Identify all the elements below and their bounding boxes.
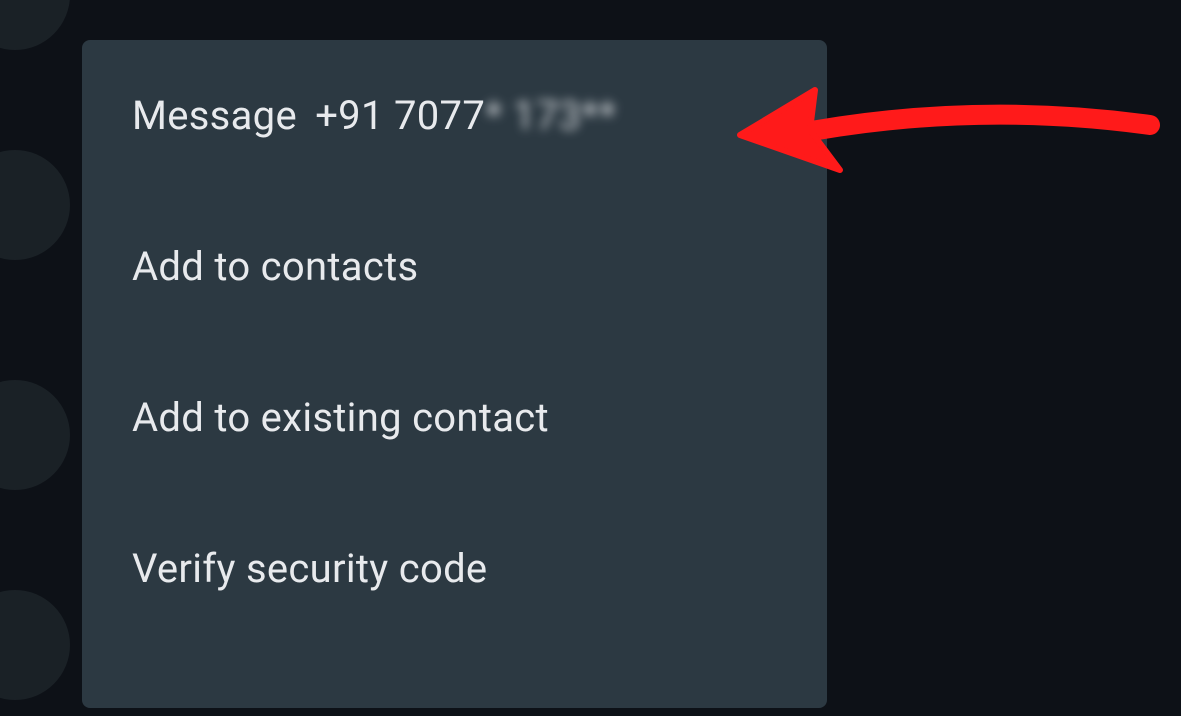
menu-item-message-number[interactable]: Message +91 7077* 173** (82, 40, 827, 191)
context-menu-panel: Message +91 7077* 173** Add to contacts … (82, 40, 827, 708)
menu-item-label: Message +91 7077* 173** (132, 92, 616, 139)
menu-item-verify-security-code[interactable]: Verify security code (82, 493, 827, 644)
avatar-circle (0, 150, 70, 260)
menu-item-label: Verify security code (132, 545, 487, 592)
menu-item-label: Add to contacts (132, 243, 418, 290)
avatar-circle (0, 590, 70, 700)
menu-item-label: Add to existing contact (132, 394, 549, 441)
avatar-circle (0, 380, 70, 490)
menu-item-add-to-contacts[interactable]: Add to contacts (82, 191, 827, 342)
phone-number: +91 7077* 173** (315, 92, 616, 139)
avatar-circle (0, 0, 70, 50)
menu-item-add-to-existing-contact[interactable]: Add to existing contact (82, 342, 827, 493)
